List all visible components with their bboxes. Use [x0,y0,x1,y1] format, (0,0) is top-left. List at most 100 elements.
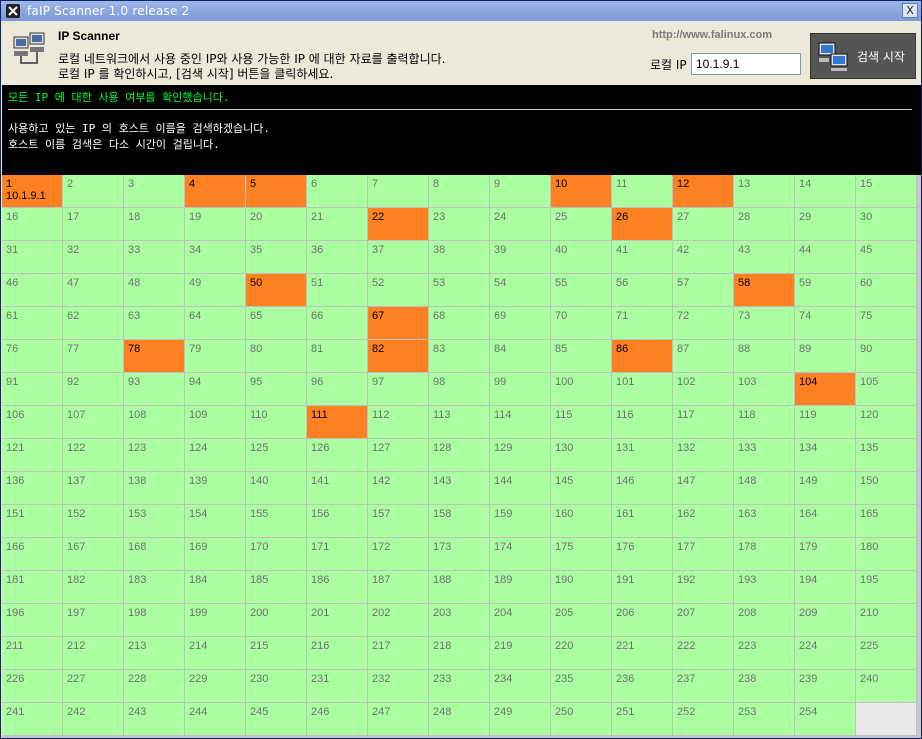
ip-cell-number: 110 [250,409,268,421]
ip-cell-84: 84 [490,340,551,373]
ip-cell-25: 25 [551,208,612,241]
website-link[interactable]: http://www.falinux.com [652,29,772,41]
ip-cell-number: 119 [799,409,817,421]
ip-cell-number: 171 [311,541,330,553]
ip-cell-number: 211 [6,640,24,652]
ip-cell-108: 108 [124,406,185,439]
ip-cell-number: 181 [6,574,25,586]
ip-cell-142: 142 [368,472,429,505]
ip-cell-number: 31 [6,244,19,256]
ip-cell-number: 241 [6,706,25,718]
close-button[interactable]: X [902,3,918,18]
ip-cell-31: 31 [2,241,63,274]
ip-cell-number: 166 [6,541,25,553]
ip-cell-number: 182 [67,574,86,586]
ip-cell-207: 207 [673,604,734,637]
ip-cell-85: 85 [551,340,612,373]
ip-cell-number: 85 [555,343,568,355]
ip-cell-number: 122 [67,442,86,454]
ip-cell-number: 178 [738,541,757,553]
ip-cell-number: 234 [494,673,513,685]
ip-cell-number: 5 [250,178,257,190]
ip-cell-number: 169 [189,541,208,553]
ip-cell-175: 175 [551,538,612,571]
ip-cell-number: 51 [311,277,324,289]
ip-cell-121: 121 [2,439,63,472]
ip-cell-86: 86 [612,340,673,373]
ip-cell-number: 225 [860,640,879,652]
ip-cell-number: 236 [616,673,635,685]
ip-cell-164: 164 [795,505,856,538]
ip-cell-244: 244 [185,703,246,736]
ip-cell-116: 116 [612,406,673,439]
ip-cell-197: 197 [63,604,124,637]
ip-cell-236: 236 [612,670,673,703]
ip-cell-60: 60 [856,274,917,307]
ip-cell-number: 186 [311,574,330,586]
ip-cell-155: 155 [246,505,307,538]
ip-cell-17: 17 [63,208,124,241]
ip-cell-number: 95 [250,376,263,388]
ip-cell-number: 57 [677,277,690,289]
ip-cell-211: 211 [2,637,63,670]
ip-cell-number: 126 [311,442,330,454]
ip-cell-96: 96 [307,373,368,406]
ip-cell-40: 40 [551,241,612,274]
ip-cell-170: 170 [246,538,307,571]
ip-cell-number: 55 [555,277,568,289]
ip-cell-number: 232 [372,673,391,685]
window-title: faIP Scanner 1.0 release 2 [27,4,190,18]
ip-cell-number: 145 [555,475,574,487]
ip-cell-128: 128 [429,439,490,472]
ip-cell-number: 137 [67,475,86,487]
ip-cell-136: 136 [2,472,63,505]
local-ip-label: 로컬 IP [650,58,687,72]
ip-cell-number: 79 [189,343,202,355]
ip-cell-229: 229 [185,670,246,703]
ip-cell-174: 174 [490,538,551,571]
ip-cell-number: 112 [372,409,390,421]
ip-cell-30: 30 [856,208,917,241]
ip-cell-number: 162 [677,508,696,520]
ip-cell-number: 193 [738,574,757,586]
ip-cell-number: 65 [250,310,263,322]
ip-cell-190: 190 [551,571,612,604]
ip-cell-158: 158 [429,505,490,538]
ip-cell-165: 165 [856,505,917,538]
ip-cell-number: 1 [6,178,13,190]
title-bar[interactable]: faIP Scanner 1.0 release 2 X [1,1,921,21]
ip-cell-number: 163 [738,508,757,520]
ip-cell-number: 12 [677,178,690,190]
ip-cell-number: 32 [67,244,80,256]
ip-cell-215: 215 [246,637,307,670]
ip-cell-number: 60 [860,277,873,289]
ip-cell-18: 18 [124,208,185,241]
ip-cell-number: 100 [555,376,574,388]
ip-cell-number: 40 [555,244,568,256]
ip-cell-number: 198 [128,607,147,619]
ip-cell-number: 210 [860,607,879,619]
ip-cell-179: 179 [795,538,856,571]
ip-cell-65: 65 [246,307,307,340]
ip-cell-75: 75 [856,307,917,340]
ip-cell-63: 63 [124,307,185,340]
ip-cell-35: 35 [246,241,307,274]
ip-cell-9: 9 [490,175,551,208]
ip-cell-number: 11 [616,178,628,190]
ip-cell-number: 84 [494,343,507,355]
ip-cell-number: 47 [67,277,80,289]
local-ip-input[interactable]: 10.1.9.1 [691,53,801,75]
ip-cell-43: 43 [734,241,795,274]
ip-cell-number: 226 [6,673,25,685]
ip-cell-192: 192 [673,571,734,604]
ip-cell-empty [856,703,917,736]
ip-cell-number: 165 [860,508,879,520]
ip-cell-number: 29 [799,211,812,223]
ip-cell-125: 125 [246,439,307,472]
ip-cell-number: 72 [677,310,690,322]
ip-cell-141: 141 [307,472,368,505]
start-search-button[interactable]: 검색 시작 [810,33,916,79]
ip-cell-213: 213 [124,637,185,670]
ip-cell-number: 152 [67,508,86,520]
ip-cell-150: 150 [856,472,917,505]
